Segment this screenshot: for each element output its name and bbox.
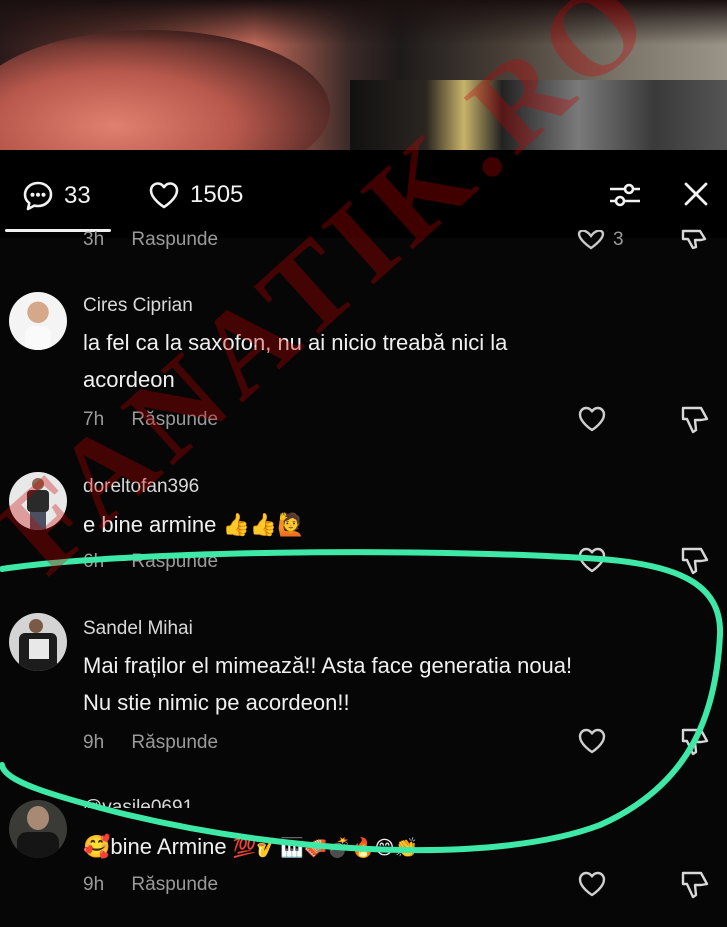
comment-emojis: 👍👍🙋: [222, 512, 305, 537]
comment-username[interactable]: Cires Ciprian: [83, 295, 193, 317]
like-button[interactable]: [577, 870, 607, 903]
comment-emojis: 💯🎷🎹🪗💣🔥😊👏: [232, 838, 419, 859]
video-accordion: [350, 80, 727, 150]
avatar-body: [17, 832, 59, 858]
close-button[interactable]: [682, 180, 710, 213]
thumbs-down-icon: [681, 871, 709, 899]
comment-username[interactable]: @vasile0691: [83, 794, 193, 808]
heart-outline-icon: [577, 230, 605, 250]
avatar-legs: [30, 512, 46, 530]
heart-outline-icon: [578, 728, 606, 754]
avatar[interactable]: [9, 472, 67, 530]
avatar-head: [29, 619, 43, 633]
like-button[interactable]: [577, 405, 607, 438]
avatar-head: [27, 806, 49, 830]
comment-bubble-icon: [23, 181, 53, 211]
comment-text: e bine armine 👍👍🙋: [83, 506, 703, 543]
comment-text-body: e bine armine: [83, 512, 217, 537]
video-face: [0, 30, 330, 150]
reply-link[interactable]: Răspunde: [131, 874, 218, 895]
reply-link[interactable]: Răspunde: [131, 732, 218, 753]
comment-meta: 7h Răspunde: [83, 409, 218, 431]
avatar-accordion: [29, 639, 49, 659]
comment-text: 🥰bine Armine 💯🎷🎹🪗💣🔥😊👏: [83, 828, 703, 867]
reply-link[interactable]: Raspunde: [131, 229, 218, 250]
comment-text-body: bine Armine: [110, 834, 227, 859]
comment-text-line: Nu stie nimic pe acordeon!!: [83, 690, 350, 715]
dislike-button[interactable]: [680, 405, 710, 440]
comment-time: 9h: [83, 874, 105, 895]
comment-text-line: la fel ca la saxofon, nu ai nicio treabă…: [83, 330, 508, 355]
filter-button[interactable]: [608, 180, 642, 215]
previous-dislike-button[interactable]: [680, 229, 708, 254]
sliders-icon: [610, 183, 640, 207]
comment-text: Mai fraților el mimează!! Asta face gene…: [83, 647, 703, 721]
comment-username[interactable]: doreltofan396: [83, 476, 199, 498]
comment-emoji-prefix: 🥰: [83, 834, 111, 859]
thumbs-down-icon: [681, 229, 707, 250]
avatar[interactable]: [9, 613, 67, 671]
like-count: 3: [613, 229, 624, 250]
thumbs-down-icon: [681, 547, 709, 575]
comment-text: la fel ca la saxofon, nu ai nicio treabă…: [83, 324, 703, 398]
heart-outline-icon: [578, 547, 606, 573]
comment-time: 9h: [83, 732, 105, 753]
avatar-head: [32, 478, 44, 490]
avatar[interactable]: [9, 800, 67, 858]
dislike-button[interactable]: [680, 727, 710, 762]
comment-meta: 9h Răspunde: [83, 874, 218, 896]
reply-link[interactable]: Răspunde: [131, 409, 218, 430]
comment-text-line: Mai fraților el mimează!! Asta face gene…: [83, 653, 573, 678]
avatar[interactable]: [9, 292, 67, 350]
reply-link[interactable]: Raspunde: [131, 551, 218, 571]
comment-time: 7h: [83, 409, 105, 430]
heart-outline-icon: [578, 871, 606, 897]
heart-icon: [149, 182, 179, 209]
comment-time: 6h: [83, 551, 105, 571]
heart-outline-icon: [578, 406, 606, 432]
avatar-shirt: [25, 326, 51, 350]
comment-meta: 9h Răspunde: [83, 732, 218, 754]
comments-count-button[interactable]: 33: [22, 180, 91, 212]
comment-username[interactable]: Sandel Mihai: [83, 618, 193, 640]
previous-comment-meta: 3h Raspunde: [83, 229, 218, 251]
thumbs-down-icon: [681, 728, 709, 756]
like-button[interactable]: [577, 546, 607, 579]
comment-meta: 6h Raspunde: [83, 551, 218, 571]
avatar-body: [27, 490, 49, 512]
thumbs-down-icon: [681, 406, 709, 434]
dislike-button[interactable]: [680, 546, 710, 581]
comments-count: 33: [64, 182, 91, 209]
dislike-button[interactable]: [680, 870, 710, 905]
video-frame[interactable]: [0, 0, 727, 150]
like-button[interactable]: [577, 727, 607, 760]
comment-time: 3h: [83, 229, 105, 250]
comment-text-line: acordeon: [83, 367, 175, 392]
close-icon: [684, 182, 708, 206]
previous-like-button[interactable]: 3: [577, 229, 624, 251]
likes-count-button[interactable]: 1505: [148, 180, 243, 210]
video-shade: [0, 0, 727, 45]
likes-count: 1505: [190, 181, 244, 208]
